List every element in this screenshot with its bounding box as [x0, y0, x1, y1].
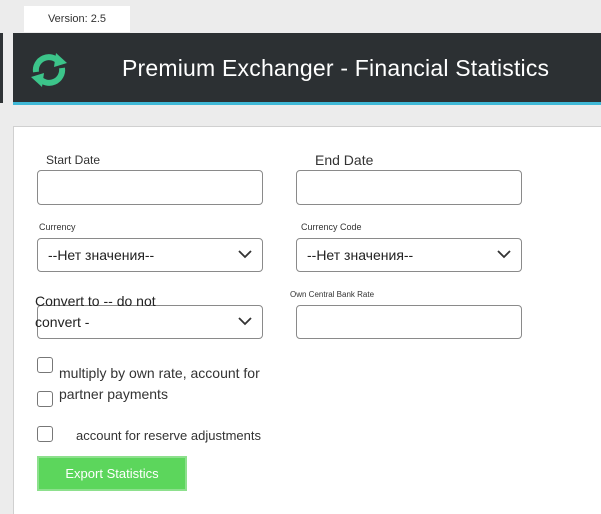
currency-label: Currency — [39, 222, 76, 232]
end-date-input[interactable] — [296, 170, 522, 205]
end-date-label: End Date — [315, 152, 374, 168]
currency-select-value: --Нет значения-- — [48, 247, 155, 263]
chevron-down-icon — [497, 250, 511, 259]
sidebar-edge — [0, 33, 3, 103]
statistics-form: Start Date End Date Currency --Нет значе… — [13, 126, 601, 514]
start-date-label: Start Date — [46, 153, 101, 167]
currency-code-label: Currency Code — [301, 222, 362, 232]
page: Version: 2.5 Premium Exchanger - Financi… — [0, 0, 601, 514]
app-header: Premium Exchanger - Financial Statistics — [13, 33, 601, 105]
currency-code-select[interactable]: --Нет значения-- — [296, 238, 522, 272]
own-rate-input[interactable] — [296, 305, 522, 339]
chevron-down-icon — [238, 250, 252, 259]
page-title: Premium Exchanger - Financial Statistics — [122, 55, 550, 81]
reserve-adjustments-label: account for reserve adjustments — [76, 428, 261, 443]
start-date-input[interactable] — [37, 170, 263, 205]
version-label: Version: 2.5 — [24, 6, 130, 32]
reserve-adjustments-checkbox[interactable] — [37, 426, 53, 442]
refresh-arrows-icon — [31, 53, 67, 87]
chevron-down-icon — [238, 317, 252, 326]
export-statistics-button[interactable]: Export Statistics — [37, 456, 187, 491]
own-rate-label: Own Central Bank Rate — [290, 290, 375, 299]
partner-payments-checkbox[interactable] — [37, 391, 53, 407]
multiply-rate-checkbox[interactable] — [37, 357, 53, 373]
convert-to-label: Convert to -- do not convert - — [35, 293, 156, 330]
currency-code-select-value: --Нет значения-- — [307, 247, 414, 263]
currency-select[interactable]: --Нет значения-- — [37, 238, 263, 272]
multiply-rate-label: multiply by own rate, account for partne… — [59, 365, 260, 402]
